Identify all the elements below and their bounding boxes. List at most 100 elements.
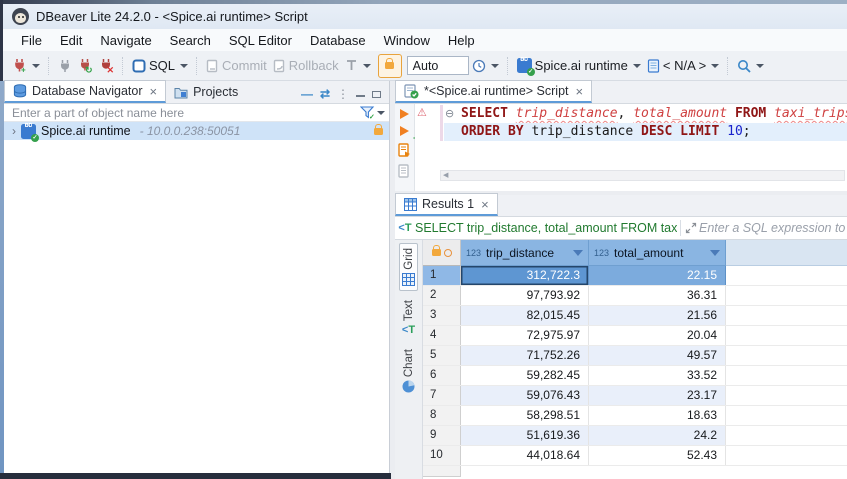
autocommit-lock-toggle[interactable] xyxy=(378,54,402,78)
transaction-mode-button[interactable] xyxy=(342,57,374,74)
row-number[interactable]: 9 xyxy=(423,426,461,445)
menu-item-edit[interactable]: Edit xyxy=(51,31,91,50)
close-icon[interactable]: × xyxy=(576,84,584,99)
row-number[interactable]: 8 xyxy=(423,406,461,425)
table-row[interactable]: 759,076.4323.17 xyxy=(423,386,847,406)
tab-database-navigator[interactable]: Database Navigator × xyxy=(4,80,166,103)
sort-dropdown-icon[interactable] xyxy=(573,250,583,256)
close-icon[interactable]: × xyxy=(481,197,489,212)
view-tab-chart[interactable]: Chart xyxy=(400,345,417,397)
expander-icon[interactable]: › xyxy=(12,125,16,137)
code-line[interactable]: ⊖SELECT trip_distance, total_amount FROM… xyxy=(444,105,847,123)
grid-cell[interactable]: 44,018.64 xyxy=(461,446,589,465)
view-tab-text[interactable]: Text <T xyxy=(397,296,421,340)
row-number[interactable]: 2 xyxy=(423,286,461,305)
table-row[interactable]: 951,619.3624.2 xyxy=(423,426,847,446)
row-number[interactable]: 1 xyxy=(423,266,461,285)
grid-cell[interactable]: 59,076.43 xyxy=(461,386,589,405)
row-number[interactable]: 4 xyxy=(423,326,461,345)
fold-marker-icon[interactable]: ⊖ xyxy=(445,105,454,123)
tab-projects[interactable]: Projects xyxy=(166,81,246,103)
grid-cell[interactable]: 97,793.92 xyxy=(461,286,589,305)
schema-selector[interactable]: < N/A > xyxy=(644,56,722,75)
row-number[interactable]: 7 xyxy=(423,386,461,405)
grid-cell[interactable]: 23.17 xyxy=(589,386,726,405)
row-number[interactable]: 6 xyxy=(423,366,461,385)
grid-cell[interactable]: 51,619.36 xyxy=(461,426,589,445)
tree-item-connection[interactable]: › ODBC Spice.ai runtime - 10.0.0.238:500… xyxy=(4,122,389,140)
row-number[interactable]: 3 xyxy=(423,306,461,325)
filter-expression-input[interactable] xyxy=(697,220,847,236)
menu-item-window[interactable]: Window xyxy=(375,31,439,50)
rollback-button[interactable]: Rollback xyxy=(270,56,342,75)
table-row[interactable]: 297,793.9236.31 xyxy=(423,286,847,306)
column-header-total-amount[interactable]: 123 total_amount xyxy=(589,240,726,266)
new-connection-button[interactable]: + xyxy=(9,56,43,75)
grid-cell[interactable]: 33.52 xyxy=(589,366,726,385)
grid-cell[interactable]: 22.15 xyxy=(589,266,726,285)
execute-statements-button[interactable] xyxy=(398,164,411,178)
disconnect-button[interactable]: ✕ xyxy=(96,56,117,75)
close-icon[interactable]: × xyxy=(149,84,157,99)
expand-filter-icon[interactable] xyxy=(685,222,697,234)
row-number[interactable]: 10 xyxy=(423,446,461,465)
table-row[interactable]: 571,752.2649.57 xyxy=(423,346,847,366)
search-button[interactable] xyxy=(734,57,767,75)
grid-cell[interactable]: 72,975.97 xyxy=(461,326,589,345)
grid-cell[interactable]: 82,015.45 xyxy=(461,306,589,325)
collapse-all-button[interactable]: — xyxy=(301,89,313,99)
grid-cell[interactable]: 59,282.45 xyxy=(461,366,589,385)
grid-cell[interactable]: 21.56 xyxy=(589,306,726,325)
execute-new-tab-button[interactable] xyxy=(400,126,409,136)
connect-button[interactable] xyxy=(55,57,75,75)
grid-cell[interactable]: 18.63 xyxy=(589,406,726,425)
view-menu-icon[interactable]: ⋮ xyxy=(337,89,349,99)
grid-corner-cell[interactable] xyxy=(423,240,461,266)
sql-code[interactable]: ⊖SELECT trip_distance, total_amount FROM… xyxy=(444,105,847,141)
sort-dropdown-icon[interactable] xyxy=(710,250,720,256)
scroll-left-icon[interactable]: ◀ xyxy=(443,172,448,179)
table-row[interactable]: 472,975.9720.04 xyxy=(423,326,847,346)
menu-item-help[interactable]: Help xyxy=(439,31,484,50)
execute-script-button[interactable] xyxy=(398,143,411,157)
tab-results-1[interactable]: Results 1 × xyxy=(395,193,498,216)
column-header-trip-distance[interactable]: 123 trip_distance xyxy=(461,240,589,266)
commit-button[interactable]: Commit xyxy=(203,56,270,75)
table-row[interactable]: 659,282.4533.52 xyxy=(423,366,847,386)
grid-cell[interactable]: 36.31 xyxy=(589,286,726,305)
table-row[interactable]: 858,298.5118.63 xyxy=(423,406,847,426)
tab-sql-script[interactable]: *<Spice.ai runtime> Script × xyxy=(395,80,592,103)
grid-cell[interactable]: 58,298.51 xyxy=(461,406,589,425)
grid-cell[interactable]: 20.04 xyxy=(589,326,726,345)
grid-cell[interactable]: 71,752.26 xyxy=(461,346,589,365)
execute-statement-button[interactable] xyxy=(400,109,409,119)
commit-mode-select[interactable]: Auto xyxy=(407,56,469,75)
grid-cell[interactable]: 49.57 xyxy=(589,346,726,365)
row-number[interactable]: 5 xyxy=(423,346,461,365)
menu-item-database[interactable]: Database xyxy=(301,31,375,50)
sql-editor-button[interactable]: SQL xyxy=(129,56,191,75)
minimize-view-button[interactable] xyxy=(356,91,365,97)
editor-h-scrollbar[interactable]: ◀ xyxy=(440,170,845,181)
menu-item-navigate[interactable]: Navigate xyxy=(91,31,160,50)
link-with-editor-button[interactable]: ⇄ xyxy=(320,89,330,99)
table-row[interactable]: 1044,018.6452.43 xyxy=(423,446,847,466)
connection-selector[interactable]: ODBC Spice.ai runtime xyxy=(514,56,644,75)
grid-cell[interactable]: 312,722.3 xyxy=(461,266,589,285)
filter-funnel-icon[interactable]: ✓ xyxy=(360,106,375,119)
chevron-down-icon[interactable] xyxy=(377,111,385,115)
menu-item-search[interactable]: Search xyxy=(161,31,220,50)
menu-item-sql-editor[interactable]: SQL Editor xyxy=(220,31,301,50)
code-line[interactable]: ORDER BY trip_distance DESC LIMIT 10; xyxy=(444,123,847,141)
transaction-log-button[interactable] xyxy=(469,57,502,75)
reconnect-button[interactable]: ↻ xyxy=(75,56,96,75)
object-filter-input[interactable] xyxy=(10,105,360,121)
grid-cell[interactable]: 52.43 xyxy=(589,446,726,465)
table-row[interactable]: 382,015.4521.56 xyxy=(423,306,847,326)
table-row[interactable]: 1312,722.322.15 xyxy=(423,266,847,286)
menu-item-file[interactable]: File xyxy=(12,31,51,50)
maximize-view-button[interactable] xyxy=(372,91,381,98)
row-filler xyxy=(726,386,847,405)
grid-cell[interactable]: 24.2 xyxy=(589,426,726,445)
view-tab-grid[interactable]: Grid xyxy=(399,243,418,291)
